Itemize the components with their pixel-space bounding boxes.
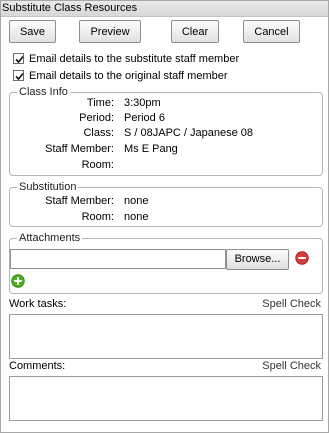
sub-staff-member-value: none <box>124 195 149 207</box>
period-value: Period 6 <box>124 112 165 124</box>
checkmark-icon <box>15 72 24 81</box>
work-tasks-label: Work tasks: <box>9 298 67 310</box>
attachments-legend: Attachments <box>19 232 81 244</box>
work-tasks-textarea[interactable] <box>9 314 323 359</box>
comments-label: Comments: <box>9 360 66 372</box>
class-value: S / 08JAPC / Japanese 08 <box>124 127 254 139</box>
cancel-button[interactable]: Cancel <box>243 20 300 43</box>
staff-member-value: Ms E Pang <box>124 143 178 155</box>
checkmark-icon <box>15 55 24 64</box>
window-title: Substitute Class Resources <box>2 2 138 14</box>
room-label: Room: <box>81 159 114 171</box>
preview-button[interactable]: Preview <box>79 20 141 43</box>
remove-circle-icon[interactable] <box>295 251 309 265</box>
clear-button[interactable]: Clear <box>171 20 219 43</box>
class-label: Class: <box>83 127 114 139</box>
work-tasks-spell-check-link[interactable]: Spell Check <box>262 298 321 310</box>
staff-member-label: Staff Member: <box>45 143 114 155</box>
time-value: 3:30pm <box>124 97 161 109</box>
email-original-checkbox[interactable] <box>13 70 24 81</box>
comments-textarea[interactable] <box>9 376 323 421</box>
attachment-file-input[interactable] <box>10 249 226 269</box>
email-substitute-label: Email details to the substitute staff me… <box>29 53 240 65</box>
comments-spell-check-link[interactable]: Spell Check <box>262 360 321 372</box>
title-bar: Substitute Class Resources <box>1 1 328 17</box>
time-label: Time: <box>86 97 114 109</box>
email-substitute-checkbox[interactable] <box>13 53 24 64</box>
sub-staff-member-label: Staff Member: <box>45 195 114 207</box>
email-original-label: Email details to the original staff memb… <box>29 70 228 82</box>
dialog-window: Substitute Class Resources Save Preview … <box>0 0 329 433</box>
class-info-legend: Class Info <box>19 86 68 98</box>
sub-room-value: none <box>124 211 149 223</box>
browse-button[interactable]: Browse... <box>226 249 289 270</box>
substitution-legend: Substitution <box>19 181 77 193</box>
save-button[interactable]: Save <box>9 20 56 43</box>
period-label: Period: <box>79 112 114 124</box>
add-circle-icon[interactable] <box>11 274 25 288</box>
sub-room-label: Room: <box>81 211 114 223</box>
